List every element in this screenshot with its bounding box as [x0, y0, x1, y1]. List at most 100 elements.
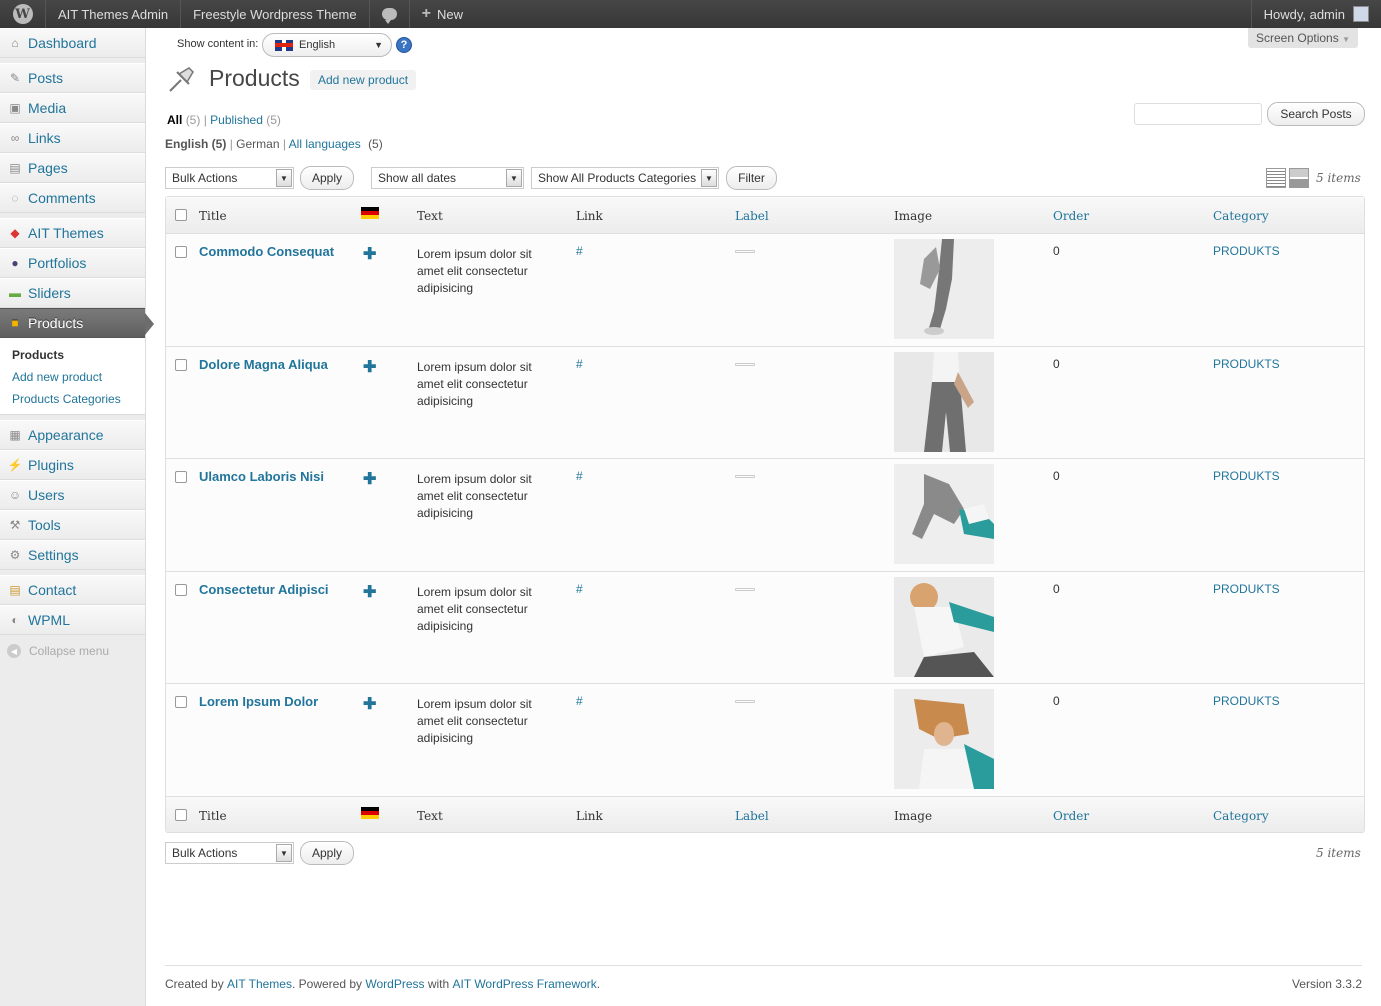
dates-select[interactable]: Show all dates ▼	[371, 167, 524, 189]
row-checkbox[interactable]	[175, 246, 187, 258]
sidebar-item-users[interactable]: ☺ Users	[0, 480, 145, 510]
search-posts-button[interactable]: Search Posts	[1267, 102, 1365, 126]
account-menu[interactable]: Howdy, admin	[1250, 0, 1381, 28]
sidebar-item-products[interactable]: ■ Products	[0, 308, 154, 338]
column-label-footer[interactable]: Label	[735, 809, 769, 823]
search-input[interactable]	[1134, 103, 1262, 125]
add-translation-icon[interactable]: ✚	[363, 244, 376, 264]
footer-version: Version 3.3.2	[1291, 977, 1362, 991]
new-content-link[interactable]: + New	[410, 0, 475, 28]
product-category-link[interactable]: PRODUKTS	[1213, 582, 1280, 596]
product-link[interactable]: #	[576, 582, 583, 596]
submenu-add-new-product[interactable]: Add new product	[12, 366, 145, 388]
theme-name-link[interactable]: Freestyle Wordpress Theme	[181, 0, 370, 28]
sidebar-item-appearance[interactable]: ▦ Appearance	[0, 420, 145, 450]
filter-published[interactable]: Published	[210, 113, 263, 127]
product-title-link[interactable]: Lorem Ipsum Dolor	[199, 694, 318, 709]
sidebar-item-label: Tools	[28, 517, 61, 533]
screen-options-button[interactable]: Screen Options ▼	[1248, 28, 1358, 48]
lang-filter-english[interactable]: English (5)	[165, 137, 226, 151]
media-icon: ▣	[9, 101, 21, 115]
column-title-footer[interactable]: Title	[199, 809, 227, 823]
product-image	[894, 351, 994, 452]
select-all-checkbox-bottom[interactable]	[175, 808, 187, 821]
product-link[interactable]: #	[576, 244, 583, 258]
apply-button-top[interactable]: Apply	[300, 166, 354, 190]
sidebar-item-sliders[interactable]: ▬ Sliders	[0, 278, 145, 308]
product-category-link[interactable]: PRODUKTS	[1213, 469, 1280, 483]
footer-ait-link[interactable]: AIT Themes	[227, 977, 292, 991]
product-title-link[interactable]: Consectetur Adipisci	[199, 582, 329, 597]
product-title-link[interactable]: Commodo Consequat	[199, 244, 334, 259]
sidebar-item-media[interactable]: ▣ Media	[0, 93, 145, 123]
column-label[interactable]: Label	[735, 209, 769, 223]
add-translation-icon[interactable]: ✚	[363, 694, 376, 714]
product-link[interactable]: #	[576, 469, 583, 483]
list-view-icon[interactable]	[1266, 168, 1286, 188]
submenu-products-categories[interactable]: Products Categories	[12, 388, 145, 410]
sidebar-item-links[interactable]: ∞ Links	[0, 123, 145, 153]
sidebar-item-portfolios[interactable]: ● Portfolios	[0, 248, 145, 278]
help-icon[interactable]: ?	[396, 37, 412, 53]
sidebar-item-settings[interactable]: ⚙ Settings	[0, 540, 145, 570]
product-link[interactable]: #	[576, 694, 583, 708]
row-checkbox[interactable]	[175, 471, 187, 483]
product-title-link[interactable]: Dolore Magna Aliqua	[199, 357, 328, 372]
product-category-link[interactable]: PRODUKTS	[1213, 357, 1280, 371]
submenu-add-new-link[interactable]: Add new product	[12, 370, 102, 384]
column-category-footer[interactable]: Category	[1213, 809, 1269, 823]
submenu-products[interactable]: Products	[12, 344, 145, 366]
product-order: 0	[1053, 356, 1060, 371]
product-label-swatch	[735, 587, 755, 591]
product-image	[894, 239, 994, 339]
comments-link[interactable]	[370, 0, 410, 28]
footer-wordpress-link[interactable]: WordPress	[365, 977, 424, 991]
wordpress-logo-icon[interactable]: W	[0, 0, 46, 28]
product-category-link[interactable]: PRODUKTS	[1213, 244, 1280, 258]
lang-filter-german[interactable]: German	[236, 137, 279, 151]
bulk-actions-select-top[interactable]: Bulk Actions ▼	[165, 167, 294, 189]
sidebar-item-plugins[interactable]: ⚡ Plugins	[0, 450, 145, 480]
product-text: Lorem ipsum dolor sit amet elit consecte…	[417, 247, 532, 295]
column-order-footer[interactable]: Order	[1053, 809, 1089, 823]
sidebar-item-label: Users	[28, 487, 65, 503]
sidebar-item-pages[interactable]: ▤ Pages	[0, 153, 145, 183]
sidebar-item-contact[interactable]: ▤ Contact	[0, 575, 145, 605]
language-select[interactable]: English ▼	[262, 33, 392, 57]
add-translation-icon[interactable]: ✚	[363, 469, 376, 489]
select-all-checkbox[interactable]	[175, 209, 187, 221]
categories-value: Show All Products Categories	[538, 171, 697, 185]
site-name-link[interactable]: AIT Themes Admin	[46, 0, 182, 28]
row-checkbox[interactable]	[175, 583, 187, 596]
sidebar-item-comments[interactable]: ◌ Comments	[0, 183, 145, 213]
sidebar-item-posts[interactable]: ✎ Posts	[0, 63, 145, 93]
plugin-icon: ⚡	[7, 458, 23, 472]
footer-framework-link[interactable]: AIT WordPress Framework	[453, 977, 597, 991]
sidebar-item-ait-themes[interactable]: ◆ AIT Themes	[0, 218, 145, 248]
sidebar-item-wpml[interactable]: ◐ WPML	[0, 605, 145, 635]
row-checkbox[interactable]	[175, 358, 187, 371]
apply-button-bottom[interactable]: Apply	[300, 841, 354, 865]
collapse-label: Collapse menu	[29, 644, 110, 658]
product-category-link[interactable]: PRODUKTS	[1213, 694, 1280, 708]
sidebar-item-dashboard[interactable]: ⌂ Dashboard	[0, 28, 145, 58]
add-translation-icon[interactable]: ✚	[363, 582, 376, 602]
product-title-link[interactable]: Ulamco Laboris Nisi	[199, 469, 324, 484]
submenu-categories-link[interactable]: Products Categories	[12, 392, 121, 406]
excerpt-view-icon[interactable]	[1289, 168, 1309, 188]
column-title[interactable]: Title	[199, 209, 227, 223]
categories-select[interactable]: Show All Products Categories ▼	[531, 167, 719, 189]
sidebar-item-tools[interactable]: ⚒ Tools	[0, 510, 145, 540]
collapse-menu[interactable]: ◀ Collapse menu	[0, 635, 145, 667]
filter-button[interactable]: Filter	[726, 166, 777, 190]
row-checkbox[interactable]	[175, 696, 187, 708]
column-order[interactable]: Order	[1053, 209, 1089, 223]
add-translation-icon[interactable]: ✚	[363, 357, 376, 377]
lang-filter-all[interactable]: All languages	[289, 137, 361, 151]
column-category[interactable]: Category	[1213, 209, 1269, 223]
bulk-actions-select-bottom[interactable]: Bulk Actions ▼	[165, 842, 294, 864]
filter-all[interactable]: All	[167, 113, 182, 127]
footer-with: with	[427, 977, 450, 991]
product-link[interactable]: #	[576, 357, 583, 371]
add-new-product-button[interactable]: Add new product	[310, 70, 417, 90]
